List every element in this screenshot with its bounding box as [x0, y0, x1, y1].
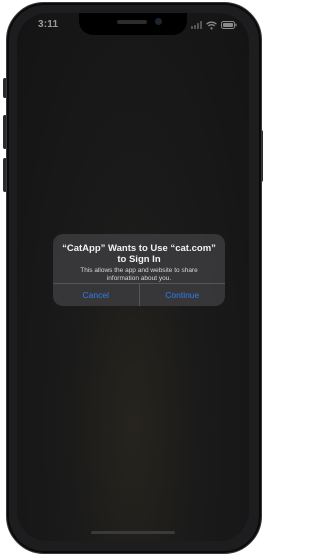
page: 3:11 “CatApp” Wants to Use “cat.com” to …: [0, 0, 266, 555]
alert-button-row: Cancel Continue: [53, 283, 225, 306]
cancel-button[interactable]: Cancel: [53, 284, 139, 306]
alert-message: This allows the app and website to share…: [80, 267, 198, 282]
earpiece-speaker: [117, 20, 147, 24]
continue-button[interactable]: Continue: [138, 284, 226, 306]
status-time: 3:11: [38, 19, 59, 30]
battery-icon: [221, 21, 237, 29]
home-indicator[interactable]: [91, 531, 175, 534]
sign-in-alert-dialog: “CatApp” Wants to Use “cat.com” to Sign …: [53, 234, 225, 306]
notch: [79, 13, 187, 35]
signal-icon: [191, 21, 202, 29]
phone-screen: 3:11 “CatApp” Wants to Use “cat.com” to …: [17, 13, 249, 541]
alert-title: “CatApp” Wants to Use “cat.com” to Sign …: [62, 243, 216, 265]
front-camera: [155, 18, 162, 25]
status-icons: [191, 19, 237, 31]
wifi-icon: [206, 21, 217, 30]
